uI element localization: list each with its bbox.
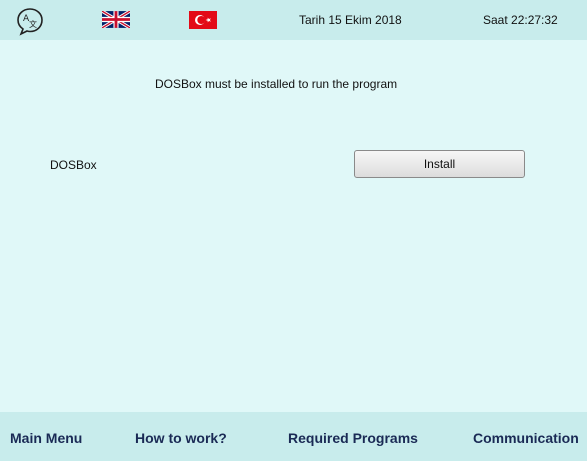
nav-main-menu[interactable]: Main Menu xyxy=(10,430,82,446)
time-display: Saat 22:27:32 xyxy=(483,13,558,27)
install-message: DOSBox must be installed to run the prog… xyxy=(155,77,398,91)
install-button[interactable]: Install xyxy=(354,150,525,178)
nav-communication[interactable]: Communication xyxy=(473,430,579,446)
date-display: Tarih 15 Ekim 2018 xyxy=(299,13,402,27)
svg-text:文: 文 xyxy=(29,19,37,29)
nav-how-to-work[interactable]: How to work? xyxy=(135,430,227,446)
bottom-nav: Main Menu How to work? Required Programs… xyxy=(0,412,587,461)
program-label: DOSBox xyxy=(50,158,97,172)
turkey-flag-icon[interactable] xyxy=(189,11,217,29)
top-bar: A 文 Tarih 15 Ekim 2018 Saat 22:27:32 xyxy=(0,0,587,40)
nav-required-programs[interactable]: Required Programs xyxy=(288,430,418,446)
uk-flag-icon[interactable] xyxy=(102,11,130,28)
translate-icon[interactable]: A 文 xyxy=(15,6,45,36)
main-content: DOSBox must be installed to run the prog… xyxy=(0,40,587,412)
